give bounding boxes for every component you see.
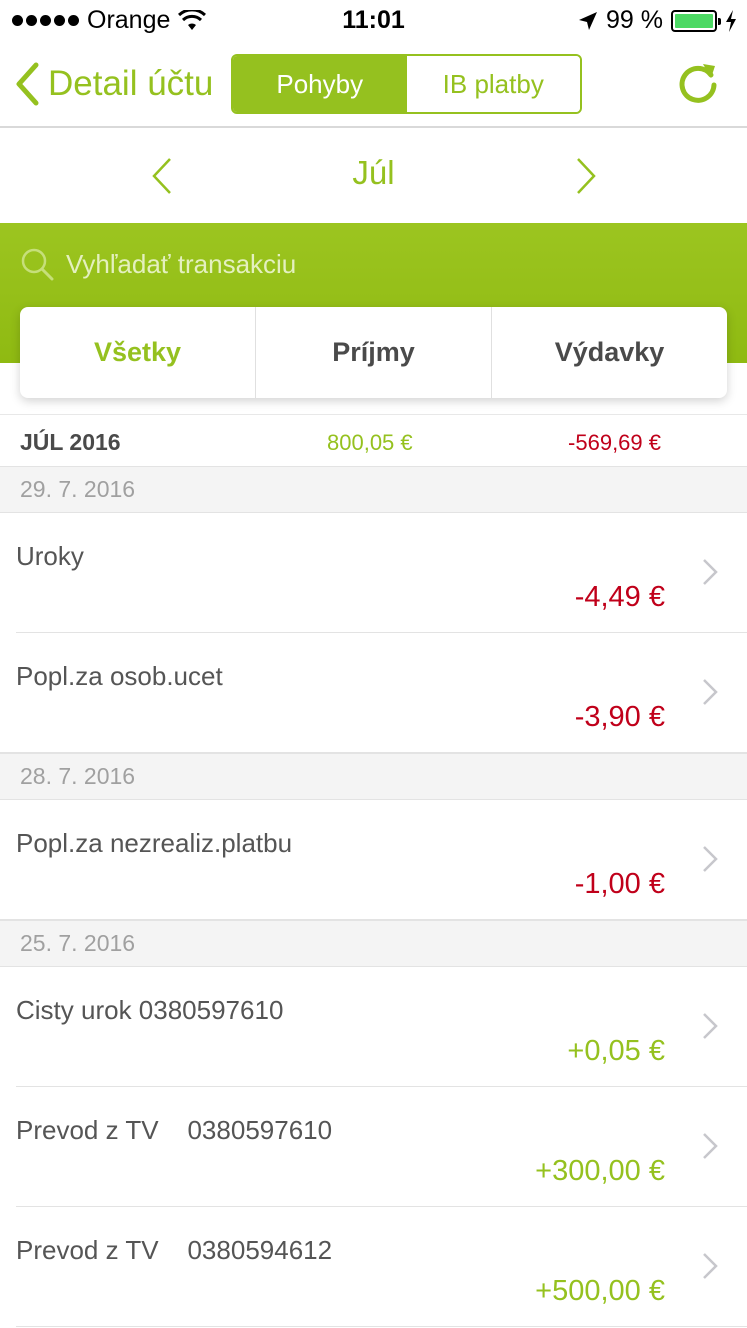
battery-percent: 99 % <box>606 6 663 34</box>
transaction-name: Cisty urok 0380597610 <box>16 995 284 1025</box>
search-input[interactable]: Vyhľadať transakciu <box>20 247 296 281</box>
back-button-label: Detail účtu <box>48 64 214 103</box>
transaction-row[interactable]: Prevod z TV 0380594612 +500,00 € <box>0 1207 747 1327</box>
tab-pohyby[interactable]: Pohyby <box>233 56 407 112</box>
transaction-name: Prevod z TV 0380597610 <box>16 1115 333 1145</box>
location-arrow-icon <box>579 11 598 30</box>
chevron-left-icon <box>16 62 39 106</box>
transaction-name: Prevod z TV 0380594612 <box>16 1235 333 1265</box>
filter-tabs: Všetky Príjmy Výdavky <box>20 307 727 398</box>
transaction-name: Popl.za osob.ucet <box>16 661 223 691</box>
status-right: 99 % <box>578 6 737 35</box>
filter-income[interactable]: Príjmy <box>256 307 492 398</box>
month-summary: JÚL 2016 800,05 € -569,69 € <box>0 414 747 466</box>
next-month-button[interactable] <box>572 156 600 196</box>
transaction-amount: +500,00 € <box>535 1275 665 1307</box>
charging-bolt-icon <box>726 9 736 32</box>
chevron-right-icon <box>703 1013 718 1039</box>
transaction-name: Popl.za nezrealiz.platbu <box>16 828 293 858</box>
filter-expenses[interactable]: Výdavky <box>492 307 727 398</box>
transaction-row[interactable]: Uroky -4,49 € <box>0 513 747 633</box>
summary-label: JÚL 2016 <box>20 429 121 455</box>
summary-income: 800,05 € <box>327 430 413 455</box>
transaction-row[interactable]: Prevod z TV 0380597610 +300,00 € <box>0 1087 747 1207</box>
date-header: 25. 7. 2016 <box>0 920 747 967</box>
refresh-icon[interactable] <box>673 58 723 108</box>
transaction-amount: -4,49 € <box>574 581 665 613</box>
transaction-list: 29. 7. 2016 Uroky -4,49 € Popl.za osob.u… <box>0 466 747 1327</box>
search-icon <box>21 248 54 281</box>
date-header: 28. 7. 2016 <box>0 753 747 800</box>
chevron-right-icon <box>703 1133 718 1159</box>
date-header: 29. 7. 2016 <box>0 466 747 513</box>
transaction-row[interactable]: Cisty urok 0380597610 +0,05 € <box>0 967 747 1087</box>
back-button[interactable]: Detail účtu <box>14 62 213 106</box>
transaction-amount: -3,90 € <box>574 701 665 733</box>
transaction-name: Uroky <box>16 541 84 571</box>
chevron-right-icon <box>703 679 718 705</box>
transaction-amount: +0,05 € <box>567 1035 665 1067</box>
segmented-control: Pohyby IB platby <box>231 54 582 114</box>
transaction-amount: -1,00 € <box>574 868 665 900</box>
transaction-amount: +300,00 € <box>535 1155 665 1187</box>
chevron-right-icon <box>703 1253 718 1279</box>
tab-ib-platby[interactable]: IB platby <box>406 56 580 112</box>
summary-expense: -569,69 € <box>568 430 661 455</box>
status-bar: Orange 11:01 99 % <box>0 0 747 40</box>
search-placeholder: Vyhľadať transakciu <box>66 248 297 279</box>
filter-all[interactable]: Všetky <box>20 307 256 398</box>
chevron-right-icon <box>703 846 718 872</box>
transaction-row[interactable]: Popl.za nezrealiz.platbu -1,00 € <box>0 800 747 920</box>
month-selector: Júl <box>0 130 747 223</box>
battery-icon <box>671 9 721 32</box>
navigation-bar: Detail účtu Pohyby IB platby <box>0 40 747 128</box>
month-label: Júl <box>352 154 395 191</box>
transaction-row[interactable]: Popl.za osob.ucet -3,90 € <box>0 633 747 753</box>
chevron-right-icon <box>703 559 718 585</box>
